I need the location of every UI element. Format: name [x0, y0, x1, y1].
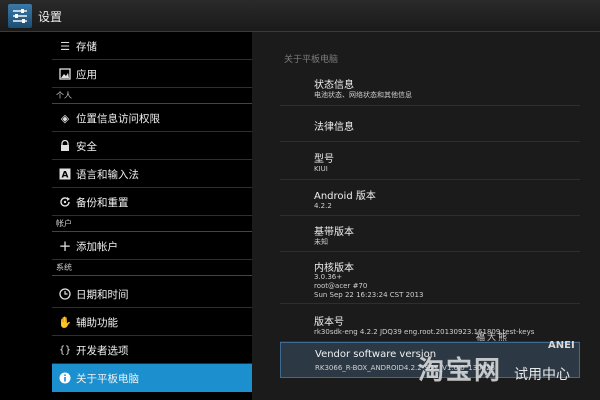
watermark-main: 淘宝网	[418, 356, 503, 386]
entry-model: 型号 KIUI	[280, 142, 580, 180]
entry-title: 版本号	[314, 317, 344, 328]
storage-icon: ☰	[60, 39, 70, 53]
sidebar-item-security[interactable]: 安全	[52, 132, 252, 160]
entry-title: 内核版本	[314, 263, 354, 274]
sidebar-item-add-account[interactable]: + 添加帐户	[52, 232, 252, 260]
sidebar-item-label: 关于平板电脑	[76, 373, 139, 385]
lock-icon	[58, 139, 72, 153]
entry-value: KIUI	[314, 165, 328, 173]
sidebar-item-location[interactable]: ◈ 位置信息访问权限	[52, 104, 252, 132]
section-header-accounts: 帐户	[52, 216, 252, 232]
plus-icon: +	[58, 237, 72, 255]
app-title: 设置	[38, 10, 63, 24]
entry-title: Android 版本	[314, 191, 376, 202]
entry-value: Sun Sep 22 16:23:24 CST 2013	[314, 291, 424, 299]
entry-status[interactable]: 状态信息 电池状态、网络状态和其他信息	[280, 72, 580, 106]
sidebar-item-about-tablet[interactable]: 关于平板电脑	[52, 364, 252, 392]
apps-icon	[58, 67, 72, 81]
sidebar-item-label: 位置信息访问权限	[76, 113, 160, 125]
entry-value: 电池状态、网络状态和其他信息	[314, 91, 412, 99]
section-header-label: 系统	[56, 263, 72, 272]
sidebar-item-label: 辅助功能	[76, 317, 118, 329]
sidebar-item-label: 日期和时间	[76, 289, 129, 301]
settings-app-icon[interactable]	[8, 4, 32, 28]
entry-title: 基带版本	[314, 227, 354, 238]
entry-android-version[interactable]: Android 版本 4.2.2	[280, 180, 580, 216]
sidebar-item-apps[interactable]: 应用	[52, 60, 252, 88]
svg-text:A: A	[62, 171, 69, 181]
sidebar-item-language[interactable]: A 语言和输入法	[52, 160, 252, 188]
sidebar-item-backup[interactable]: 备份和重置	[52, 188, 252, 216]
entry-title: 型号	[314, 154, 334, 165]
sidebar-item-label: 应用	[76, 69, 97, 81]
watermark-brand: ANEI	[548, 340, 575, 351]
entry-value: 未知	[314, 238, 328, 246]
entry-value: root@acer #70	[314, 282, 368, 290]
entry-kernel: 内核版本 3.0.36+ root@acer #70 Sun Sep 22 16…	[280, 252, 580, 304]
entry-value: 4.2.2	[314, 202, 332, 210]
entry-value: 3.0.36+	[314, 273, 343, 281]
section-header-system: 系统	[52, 260, 252, 276]
section-header-label: 个人	[56, 91, 72, 100]
sidebar-item-label: 备份和重置	[76, 197, 129, 209]
breadcrumb: 关于平板电脑	[284, 55, 339, 65]
section-header-personal: 个人	[52, 88, 252, 104]
sidebar-item-label: 安全	[76, 141, 97, 153]
sidebar-item-developer[interactable]: {} 开发者选项	[52, 336, 252, 364]
clock-icon	[58, 287, 72, 301]
entry-title: 法律信息	[314, 122, 354, 133]
sidebar-item-label: 存储	[76, 41, 97, 53]
sidebar-item-label: 语言和输入法	[76, 169, 139, 181]
sidebar-item-accessibility[interactable]: ✋ 辅助功能	[52, 308, 252, 336]
watermark-sub: 试用中心	[514, 367, 570, 383]
watermark: 福大熊 ANEI 淘宝网 试用中心	[418, 330, 600, 400]
entry-title: 状态信息	[314, 80, 354, 91]
hand-icon: ✋	[58, 315, 72, 329]
info-icon	[58, 371, 72, 385]
watermark-mascot-text: 福大熊	[476, 333, 510, 343]
sidebar-item-storage[interactable]: ☰ 存储	[52, 32, 252, 60]
settings-sliders-icon	[13, 9, 27, 23]
sidebar-item-date-time[interactable]: 日期和时间	[52, 280, 252, 308]
entry-legal[interactable]: 法律信息	[280, 106, 580, 142]
sidebar-item-label: 开发者选项	[76, 345, 129, 357]
entry-baseband: 基带版本 未知	[280, 216, 580, 252]
sidebar-item-label: 添加帐户	[76, 241, 118, 253]
braces-icon: {}	[58, 344, 72, 356]
action-bar: 设置	[0, 0, 600, 32]
section-header-label: 帐户	[56, 219, 72, 228]
backup-icon	[58, 195, 72, 209]
location-icon: ◈	[60, 111, 70, 125]
keyboard-icon: A	[58, 167, 72, 181]
settings-sidebar: ☰ 存储 应用 个人 ◈ 位置信息访问权限 安全 A 语言和输入法 备份和重置 …	[0, 32, 252, 400]
